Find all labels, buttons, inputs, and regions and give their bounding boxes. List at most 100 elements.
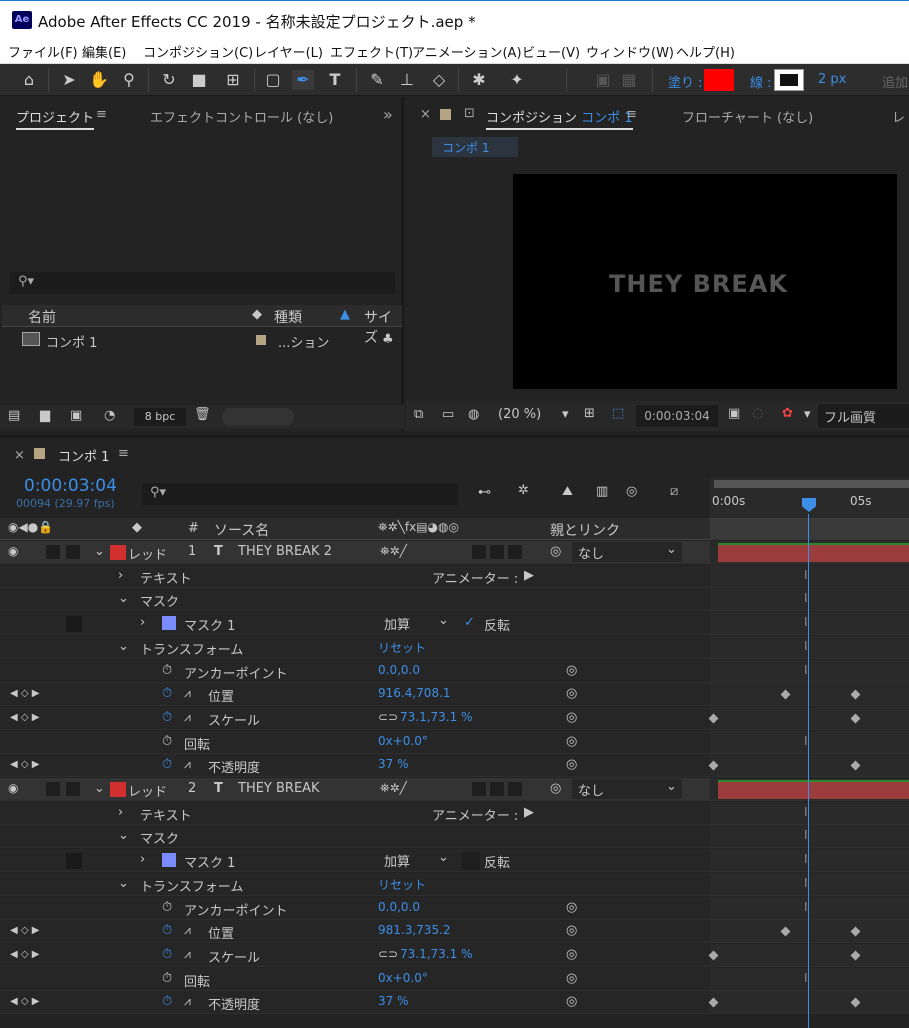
timeline-track[interactable]: I — [710, 825, 909, 849]
home-icon[interactable]: ⌂ — [18, 70, 40, 90]
pick-whip-icon[interactable]: ◎ — [566, 710, 577, 725]
menu-effect[interactable]: エフェクト(T) — [330, 42, 413, 61]
pick-whip-icon[interactable]: ◎ — [566, 757, 577, 772]
timeline-track[interactable] — [710, 541, 909, 564]
pick-whip-icon[interactable]: ◎ — [566, 734, 577, 749]
constrain-proportions-icon[interactable]: ⊂⊃ — [378, 710, 398, 724]
graph-icon[interactable]: ⩘ — [184, 686, 191, 701]
stopwatch-icon[interactable]: ⏱ — [162, 710, 172, 725]
pick-whip-icon[interactable]: ◎ — [550, 781, 561, 796]
pick-whip-icon[interactable]: ◎ — [566, 947, 577, 962]
keyframe[interactable] — [850, 689, 861, 700]
animator-label[interactable]: アニメーター : — [432, 805, 518, 824]
reset-link[interactable]: リセット — [378, 639, 426, 656]
new-composition-icon[interactable]: ▣ — [70, 408, 82, 423]
zoom-dropdown[interactable]: (20 %) — [498, 407, 541, 422]
property-value[interactable]: 981.3,735.2 — [378, 923, 451, 937]
timeline-track[interactable]: I — [710, 801, 909, 825]
property-group-row[interactable]: ⌄ マスク — [0, 588, 710, 612]
keyframe[interactable] — [850, 997, 861, 1008]
timeline-track[interactable] — [708, 943, 909, 967]
layer-duration-bar[interactable] — [718, 780, 909, 799]
property-value[interactable]: 0.0,0.0 — [378, 900, 420, 914]
stopwatch-icon[interactable]: ⏱ — [162, 994, 172, 1009]
graph-icon[interactable]: ⩘ — [184, 947, 191, 962]
keyframe[interactable] — [780, 926, 791, 937]
chevron-right-icon[interactable]: › — [118, 568, 123, 583]
mask-mode-dropdown[interactable]: 加算 ⌄ — [378, 613, 456, 634]
property-row[interactable]: ◀ ◇ ▶ ⏱ ⩘ 位置 916.4,708.1 ◎ — [0, 683, 710, 707]
property-row[interactable]: ⏱ アンカーポイント 0.0,0.0 ◎ — [0, 896, 710, 920]
timeline-track[interactable]: I — [710, 872, 909, 896]
layer-duration-bar[interactable] — [718, 543, 909, 562]
comp-mini-flowchart-icon[interactable]: ⊷ — [478, 485, 491, 500]
motion-blur-icon[interactable]: ◎ — [626, 484, 637, 499]
property-value[interactable]: 0x+0.0° — [378, 971, 428, 985]
timeline-track[interactable] — [708, 706, 909, 730]
property-group-row[interactable]: ⌄ トランスフォーム リセット — [0, 635, 710, 659]
property-value[interactable]: 73.1,73.1 % — [400, 710, 472, 724]
eraser-tool-icon[interactable]: ◇ — [428, 70, 450, 90]
timeline-track[interactable]: I — [710, 564, 909, 588]
switch-box[interactable] — [472, 782, 486, 796]
keyframe[interactable] — [708, 950, 719, 961]
keyframe[interactable] — [780, 689, 791, 700]
layer-row[interactable]: ◉ ⌄ レッド 2 T THEY BREAK ⛯✲╱ ◎ なし ⌄ — [0, 778, 710, 801]
chevron-right-icon[interactable]: › — [140, 852, 145, 867]
keyframe-navigator-icon[interactable]: ◀ ◇ ▶ — [10, 759, 39, 770]
lock-switch[interactable] — [66, 545, 80, 559]
menu-layer[interactable]: レイヤー(L) — [254, 42, 323, 61]
col-name[interactable]: 名前 — [28, 307, 56, 327]
resolution-dropdown[interactable]: フル画質 — [818, 404, 909, 428]
solo-switch[interactable] — [46, 545, 60, 559]
animator-label[interactable]: アニメーター : — [432, 568, 518, 587]
mask-color-swatch[interactable] — [162, 616, 176, 631]
stopwatch-icon[interactable]: ⏱ — [162, 757, 172, 772]
chevron-down-icon-2[interactable]: ▾ — [804, 407, 811, 422]
timeline-track[interactable] — [708, 754, 909, 778]
flowchart-icon[interactable]: ♣ — [382, 332, 394, 347]
trash-icon[interactable]: 🗑 — [194, 407, 211, 422]
chevron-down-icon[interactable]: ⌄ — [94, 544, 105, 559]
pick-whip-icon[interactable]: ◎ — [566, 923, 577, 938]
timeline-track[interactable] — [708, 991, 909, 1015]
draft-3d-icon[interactable]: ✲ — [518, 483, 529, 498]
menu-edit[interactable]: 編集(E) — [82, 42, 126, 61]
selection-tool-icon[interactable]: ➤ — [58, 70, 80, 90]
keyframe[interactable] — [708, 997, 719, 1008]
camera-tool-icon[interactable]: ■ — [188, 70, 210, 90]
pick-whip-icon[interactable]: ◎ — [566, 663, 577, 678]
property-row[interactable]: ◀ ◇ ▶ ⏱ ⩘ 不透明度 37 % ◎ — [0, 754, 710, 778]
menu-window[interactable]: ウィンドウ(W) — [586, 42, 674, 61]
graph-icon[interactable]: ⩘ — [184, 710, 191, 725]
timeline-track[interactable]: I — [710, 896, 909, 920]
property-row[interactable]: ◀ ◇ ▶ ⏱ ⩘ 位置 981.3,735.2 ◎ — [0, 920, 710, 944]
tab-composition[interactable]: コンポジション — [486, 111, 577, 126]
timeline-track[interactable] — [710, 920, 909, 944]
channels-icon[interactable]: ✿ — [782, 406, 793, 421]
pick-whip-icon[interactable]: ◎ — [550, 544, 561, 559]
graph-icon[interactable]: ⩘ — [184, 757, 191, 772]
frame-blending-icon[interactable]: ▥ — [596, 484, 608, 499]
hand-tool-icon[interactable]: ✋ — [88, 70, 110, 90]
chevron-down-icon[interactable]: ⌄ — [118, 876, 129, 891]
av-switches-icon[interactable]: ◉◀●🔒 — [8, 520, 53, 534]
property-row[interactable]: ⏱ アンカーポイント 0.0,0.0 ◎ — [0, 659, 710, 683]
pick-whip-icon[interactable]: ◎ — [566, 971, 577, 986]
timeline-search-input[interactable]: ⚲▾ — [142, 483, 458, 505]
tab-project[interactable]: プロジェクト — [16, 107, 95, 130]
mask-row[interactable]: › マスク 1 加算 ⌄ 反転 — [0, 849, 710, 873]
pick-whip-icon[interactable]: ◎ — [566, 994, 577, 1009]
keyframe[interactable] — [850, 713, 861, 724]
lock-switch[interactable] — [66, 782, 80, 796]
mask-name[interactable]: マスク 1 — [184, 615, 235, 634]
project-item-row[interactable]: コンポ 1 ...ション ♣ — [2, 329, 402, 351]
chevron-down-icon[interactable]: ⌄ — [118, 639, 129, 654]
layer-name[interactable]: THEY BREAK — [238, 781, 320, 796]
type-tool-icon[interactable]: T — [324, 70, 346, 90]
eye-icon[interactable]: ◉ — [8, 544, 18, 558]
new-folder-icon[interactable]: ▆ — [40, 408, 50, 423]
keyframe-navigator-icon[interactable]: ◀ ◇ ▶ — [10, 688, 39, 699]
property-group-row[interactable]: › テキスト アニメーター : ▶ — [0, 801, 710, 825]
property-group-row[interactable]: ⌄ トランスフォーム リセット — [0, 872, 710, 896]
